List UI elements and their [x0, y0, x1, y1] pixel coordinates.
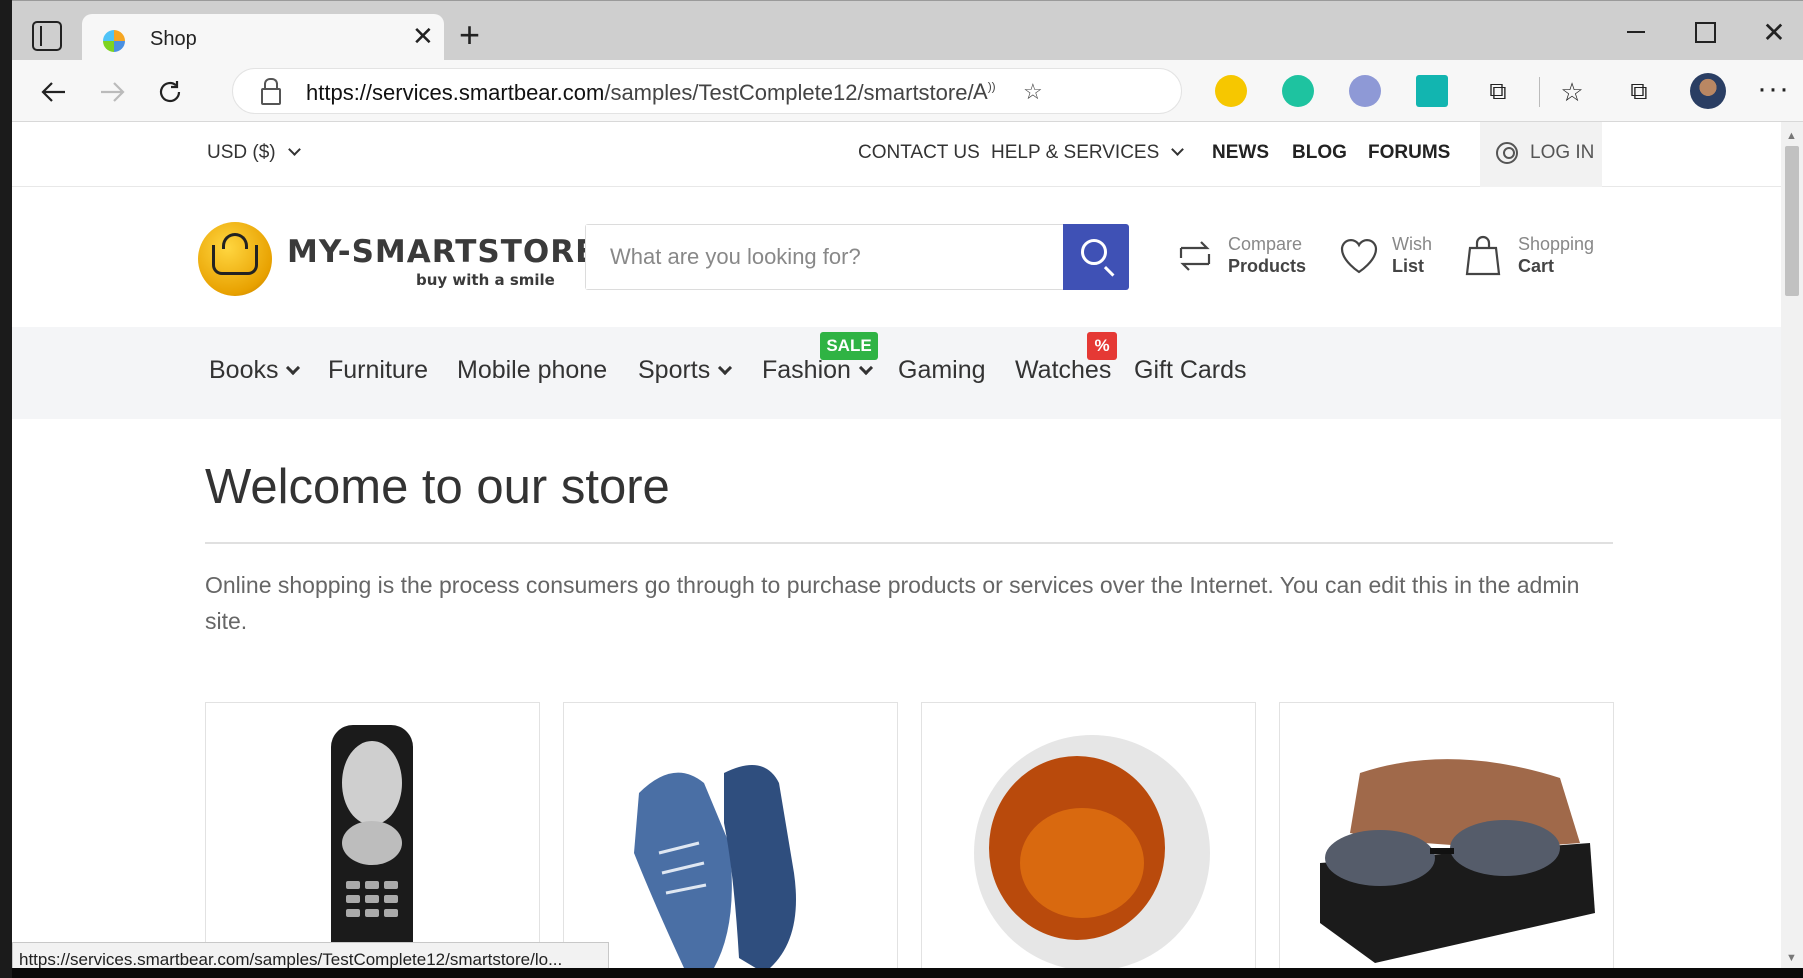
shopping-label: Shopping: [1518, 234, 1595, 254]
tab-actions-icon[interactable]: [32, 21, 62, 51]
compare-label: Compare: [1228, 234, 1303, 254]
contact-us-link[interactable]: CONTACT US: [858, 142, 980, 164]
cart-label: Cart: [1518, 256, 1555, 276]
profile-avatar[interactable]: [1690, 73, 1726, 109]
back-button[interactable]: [34, 72, 74, 112]
search-box: [585, 224, 1063, 290]
more-options-icon[interactable]: ···: [1757, 72, 1790, 106]
heart-icon: [1340, 239, 1378, 274]
window-close-button[interactable]: ✕: [1744, 13, 1803, 51]
currency-selector[interactable]: USD ($): [207, 142, 301, 164]
me-extension-icon[interactable]: [1349, 75, 1381, 107]
tab-close-icon[interactable]: ✕: [412, 23, 434, 49]
logo-tagline: buy with a smile: [416, 271, 555, 289]
vertical-scrollbar[interactable]: ▲ ▼: [1781, 122, 1803, 968]
search-input[interactable]: [586, 225, 1063, 289]
nav-item-gaming[interactable]: Gaming: [898, 356, 986, 385]
logo-name: MY-SMARTSTORE: [287, 234, 598, 270]
sunglasses-image: [1320, 759, 1595, 963]
address-bar[interactable]: https://services.smartbear.com/samples/T…: [232, 68, 1182, 114]
compare-icon: [1179, 241, 1211, 271]
products-label: Products: [1228, 256, 1307, 276]
extension-icon[interactable]: [1282, 75, 1314, 107]
nav-item-books[interactable]: Books: [209, 356, 301, 385]
scroll-up-icon[interactable]: ▲: [1786, 130, 1797, 142]
browser-window: Shop ✕ + ✕ https://services.smartbear.co…: [12, 0, 1803, 968]
refresh-icon: [159, 81, 181, 103]
chevron-down-icon: [287, 143, 301, 156]
divider: [205, 542, 1613, 544]
product-card[interactable]: [1279, 702, 1614, 968]
norton-extension-icon[interactable]: [1215, 75, 1247, 107]
store-header: MY-SMARTSTORE buy with a smile Compare P…: [12, 187, 1781, 327]
extensions-puzzle-icon[interactable]: ⧉: [1478, 72, 1518, 112]
read-aloud-icon[interactable]: A)): [973, 79, 996, 105]
toolbar-separator: [1539, 77, 1540, 107]
user-circle-icon: [1496, 142, 1518, 164]
web-page: USD ($) CONTACT US HELP & SERVICES NEWS …: [12, 122, 1781, 968]
status-bar-url: https://services.smartbear.com/samples/T…: [12, 942, 609, 968]
add-favorite-icon[interactable]: ☆: [1023, 79, 1043, 105]
new-tab-button[interactable]: +: [459, 17, 480, 53]
product-card[interactable]: [205, 702, 540, 968]
product-card[interactable]: [563, 702, 898, 968]
scroll-thumb[interactable]: [1785, 146, 1799, 296]
chevron-down-icon: [718, 360, 733, 376]
nav-item-gift-cards[interactable]: Gift Cards: [1134, 356, 1247, 385]
minimize-button[interactable]: [1606, 13, 1666, 51]
forums-link[interactable]: FORUMS: [1368, 142, 1450, 164]
nav-item-watches[interactable]: Watches: [1015, 356, 1111, 385]
browser-toolbar: https://services.smartbear.com/samples/T…: [12, 60, 1803, 122]
basket-icon: [212, 245, 258, 275]
sneakers-image: [634, 765, 796, 968]
sale-badge: SALE: [820, 332, 878, 360]
back-arrow-icon: [41, 82, 65, 102]
nav-item-fashion[interactable]: Fashion: [762, 356, 874, 385]
phone-image: [331, 725, 413, 968]
url-text[interactable]: https://services.smartbear.com/samples/T…: [306, 80, 974, 106]
store-top-bar: USD ($) CONTACT US HELP & SERVICES NEWS …: [12, 122, 1781, 187]
page-title: Welcome to our store: [205, 460, 670, 514]
desktop-background: [0, 0, 12, 978]
forward-button[interactable]: [92, 72, 132, 112]
forward-arrow-icon: [101, 82, 125, 102]
shop-favicon-icon: [103, 30, 125, 52]
search-icon: [1081, 239, 1107, 265]
maximize-button[interactable]: [1675, 13, 1735, 51]
scroll-down-icon[interactable]: ▼: [1786, 952, 1797, 964]
favorites-icon[interactable]: ☆: [1552, 72, 1592, 112]
discount-badge: %: [1087, 332, 1117, 360]
egg-chair-image: [974, 735, 1210, 968]
category-nav: Books Furniture Mobile phone Sports Fash…: [12, 327, 1781, 419]
intro-text: Online shopping is the process consumers…: [205, 572, 1580, 634]
tab-shop[interactable]: Shop ✕: [82, 14, 444, 62]
blog-link[interactable]: BLOG: [1292, 142, 1347, 164]
nav-item-mobile-phone[interactable]: Mobile phone: [457, 356, 607, 385]
screen: Shop ✕ + ✕ https://services.smartbear.co…: [0, 0, 1803, 978]
chevron-down-icon: [1171, 143, 1185, 156]
wish-label: Wish: [1392, 234, 1432, 254]
chevron-down-icon: [286, 360, 301, 376]
help-services-link[interactable]: HELP & SERVICES: [991, 142, 1185, 164]
lock-icon[interactable]: [261, 78, 281, 105]
news-link[interactable]: NEWS: [1212, 142, 1269, 164]
collections-icon[interactable]: ⧉: [1619, 72, 1659, 112]
search-button[interactable]: [1063, 224, 1129, 290]
chevron-down-icon: [858, 360, 874, 376]
tab-bar: Shop ✕ + ✕: [12, 0, 1803, 62]
tab-title: Shop: [150, 28, 197, 50]
list-label: List: [1392, 256, 1425, 276]
shopping-bag-icon: [1465, 235, 1501, 276]
login-button[interactable]: LOG IN: [1480, 122, 1602, 187]
nav-item-furniture[interactable]: Furniture: [328, 356, 428, 385]
login-label: LOG IN: [1530, 142, 1595, 163]
product-card[interactable]: [921, 702, 1256, 968]
nav-item-sports[interactable]: Sports: [638, 356, 733, 385]
refresh-button[interactable]: [150, 72, 190, 112]
grammar-extension-icon[interactable]: [1416, 75, 1448, 107]
